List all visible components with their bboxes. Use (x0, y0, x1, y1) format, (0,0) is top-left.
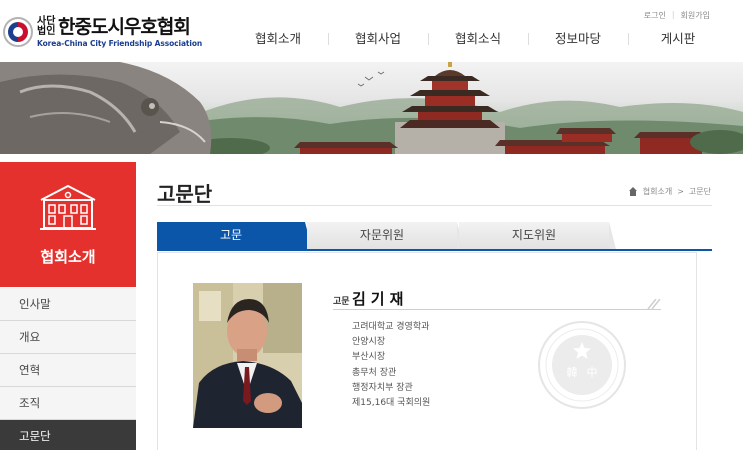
career-list: 고려대학교 경영학과 안양시장 부산시장 총무처 장관 행정자치부 장관 제15… (352, 320, 430, 411)
sidebar-item-organization[interactable]: 조직 (0, 387, 136, 420)
career-item: 부산시장 (352, 352, 386, 363)
career-item: 제15,16대 국회의원 (352, 398, 431, 409)
tab-guidance-members[interactable]: 지도위원 (459, 222, 616, 249)
decorative-slash-icon (647, 299, 661, 309)
temple-banner-illustration (0, 62, 743, 154)
career-item: 총무처 장관 (352, 367, 397, 378)
site-logo[interactable]: 사단 법인 한중도시우호협회 Korea-China City Friendsh… (3, 12, 202, 52)
divider (157, 205, 712, 206)
tab-advisor[interactable]: 고문 (157, 222, 312, 249)
breadcrumb-item-current: 고문단 (688, 187, 711, 196)
advisor-role: 고문 (333, 297, 350, 307)
main-nav: 협회소개 협회사업 협회소식 정보마당 게시판 (228, 30, 728, 48)
sidebar-header (0, 162, 136, 287)
nav-item-about[interactable]: 협회소개 (228, 30, 328, 48)
breadcrumb: 협회소개 > 고문단 (628, 186, 711, 197)
home-icon[interactable] (628, 187, 638, 196)
sidebar-title: 협회소개 (40, 248, 96, 266)
advisor-photo (193, 283, 302, 428)
logo-english-name: Korea-China City Friendship Association (37, 39, 203, 48)
login-link[interactable]: 로그인 (644, 10, 666, 21)
advisor-name: 김기재 (352, 290, 409, 308)
association-seal-watermark: 韓 中 (538, 321, 626, 409)
logo-emblem-icon (3, 17, 33, 47)
tab-bar: 고문 자문위원 지도위원 (157, 222, 712, 249)
career-item: 고려대학교 경영학과 (352, 322, 430, 332)
breadcrumb-item-about[interactable]: 협회소개 (643, 186, 672, 197)
sidebar-item-greeting[interactable]: 인사말 (0, 288, 136, 321)
seal-char-right: 中 (587, 366, 598, 379)
top-banner-image (0, 62, 743, 154)
career-item: 행정자치부 장관 (352, 382, 413, 393)
join-link[interactable]: 회원가입 (681, 10, 710, 21)
seal-char-left: 韓 (567, 366, 578, 379)
utility-links: 로그인 | 회원가입 (644, 10, 710, 21)
tab-underline (157, 249, 712, 251)
breadcrumb-separator: > (677, 187, 684, 196)
divider: | (671, 10, 675, 19)
sidebar-item-history[interactable]: 연혁 (0, 354, 136, 387)
nav-item-info[interactable]: 정보마당 (528, 30, 628, 48)
nav-item-news[interactable]: 협회소식 (428, 30, 528, 48)
page-title: 고문단 (157, 182, 213, 206)
sidebar-item-overview[interactable]: 개요 (0, 321, 136, 354)
logo-small-bottom: 법인 (37, 26, 56, 37)
sidebar-menu: 인사말 개요 연혁 조직 고문단 (0, 288, 136, 450)
site-header: 사단 법인 한중도시우호협회 Korea-China City Friendsh… (0, 0, 743, 62)
nav-item-board[interactable]: 게시판 (628, 30, 728, 48)
nav-item-business[interactable]: 협회사업 (328, 30, 428, 48)
career-item: 안양시장 (352, 337, 386, 348)
divider (333, 309, 661, 310)
building-icon (40, 184, 96, 230)
tab-consulting-members[interactable]: 자문위원 (307, 222, 464, 249)
logo-name: 한중도시우호협회 (58, 16, 191, 38)
logo-text: 사단 법인 한중도시우호협회 Korea-China City Friendsh… (37, 16, 202, 48)
sidebar-item-advisors[interactable]: 고문단 (0, 420, 136, 450)
